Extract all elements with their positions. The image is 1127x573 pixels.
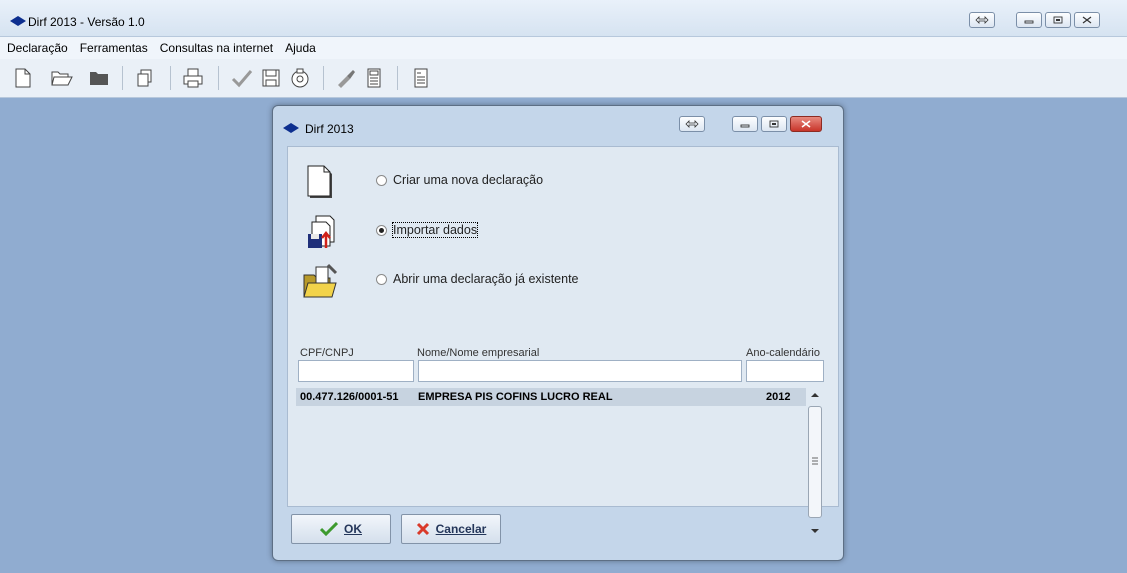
toolbar-calculator-button[interactable] [363, 67, 385, 89]
dialog-body: Criar uma nova declaração Importar dados [287, 146, 839, 533]
cancel-button-label: Cancelar [435, 522, 487, 536]
cell-ano: 2012 [766, 391, 791, 403]
app-logo-icon [10, 16, 26, 26]
cell-cpf: 00.477.126/0001-51 [300, 391, 399, 403]
disk-icon [291, 68, 309, 88]
label-open-existing[interactable]: Abrir uma declaração já existente [393, 272, 579, 286]
label-new-declaration[interactable]: Criar uma nova declaração [393, 173, 543, 187]
toolbar-save-button[interactable] [260, 67, 282, 89]
check-icon [320, 522, 338, 536]
open-folder-icon [51, 71, 73, 86]
filter-cpf-input[interactable] [298, 360, 414, 382]
new-document-icon [307, 165, 332, 198]
dialog-footer: OK Cancelar [287, 508, 839, 556]
toolbar-folder-button[interactable] [88, 67, 110, 89]
column-header-nome: Nome/Nome empresarial [417, 347, 540, 359]
maximize-icon [1053, 16, 1063, 24]
scroll-thumb[interactable] [808, 406, 822, 518]
dialog-titlebar: Dirf 2013 [273, 106, 843, 144]
radio-open-existing[interactable] [376, 274, 387, 285]
dialog-close-button[interactable] [790, 116, 822, 132]
menu-declaracao[interactable]: Declaração [0, 41, 73, 55]
column-header-cpf: CPF/CNPJ [300, 347, 354, 359]
print-icon [183, 68, 203, 88]
cell-nome: EMPRESA PIS COFINS LUCRO REAL [418, 391, 613, 403]
toolbar-check-button[interactable] [231, 67, 253, 89]
dialog-minimize-button[interactable] [732, 116, 758, 132]
option-new-declaration[interactable]: Criar uma nova declaração [288, 162, 828, 202]
close-icon [1082, 16, 1092, 24]
calculator-icon [367, 68, 381, 88]
option-open-existing[interactable]: Abrir uma declaração já existente [288, 261, 828, 301]
window-title: Dirf 2013 - Versão 1.0 [28, 15, 145, 29]
close-button[interactable] [1074, 12, 1100, 28]
toolbar-open-button[interactable] [51, 67, 73, 89]
double-arrow-icon [685, 120, 699, 128]
new-file-icon [15, 68, 31, 88]
import-data-icon [308, 215, 335, 248]
folder-icon [90, 72, 108, 85]
maximize-button[interactable] [1045, 12, 1071, 28]
close-icon [801, 120, 811, 128]
app-logo-icon [283, 123, 299, 133]
restore-arrow-button[interactable] [969, 12, 995, 28]
filter-ano-input[interactable] [746, 360, 824, 382]
ok-button[interactable]: OK [291, 514, 391, 544]
declaration-list: 00.477.126/0001-51 EMPRESA PIS COFINS LU… [296, 388, 828, 533]
open-folder-document-icon [303, 263, 338, 298]
dirf-dialog: Dirf 2013 Criar uma nova declaração Impo… [272, 105, 844, 561]
save-icon [262, 69, 280, 87]
toolbar-print-button[interactable] [182, 67, 204, 89]
maximize-icon [769, 120, 779, 128]
label-import-data[interactable]: Importar dados [391, 222, 479, 238]
dialog-restore-arrow-button[interactable] [679, 116, 705, 132]
dialog-maximize-button[interactable] [761, 116, 787, 132]
toolbar-copy-button[interactable] [134, 67, 156, 89]
menu-bar: Declaração Ferramentas Consultas na inte… [0, 37, 1127, 59]
toolbar-notes-button[interactable] [410, 67, 432, 89]
tool-icon [338, 70, 355, 88]
option-import-data[interactable]: Importar dados [288, 212, 828, 252]
filter-nome-input[interactable] [418, 360, 742, 382]
minimize-icon [740, 124, 750, 128]
scroll-up-icon[interactable] [811, 392, 819, 398]
table-row[interactable]: 00.477.126/0001-51 EMPRESA PIS COFINS LU… [296, 388, 806, 406]
column-header-ano: Ano-calendário [746, 347, 820, 359]
cancel-x-icon [416, 522, 429, 536]
grip-icon [812, 457, 818, 465]
check-icon [231, 70, 253, 88]
minimize-icon [1024, 20, 1034, 24]
toolbar-disk-button[interactable] [289, 67, 311, 89]
radio-import-data[interactable] [376, 225, 387, 236]
double-arrow-icon [975, 16, 989, 24]
toolbar-tool-button[interactable] [335, 67, 357, 89]
radio-new-declaration[interactable] [376, 175, 387, 186]
main-titlebar: Dirf 2013 - Versão 1.0 [0, 0, 1127, 37]
menu-ferramentas[interactable]: Ferramentas [73, 41, 153, 55]
minimize-button[interactable] [1016, 12, 1042, 28]
menu-consultas[interactable]: Consultas na internet [153, 41, 278, 55]
copy-icon [137, 69, 152, 87]
notes-icon [414, 68, 428, 88]
toolbar [0, 59, 1127, 98]
menu-ajuda[interactable]: Ajuda [278, 41, 321, 55]
ok-button-label: OK [344, 522, 362, 536]
toolbar-new-button[interactable] [12, 67, 34, 89]
dialog-title: Dirf 2013 [305, 122, 354, 136]
cancel-button[interactable]: Cancelar [401, 514, 501, 544]
